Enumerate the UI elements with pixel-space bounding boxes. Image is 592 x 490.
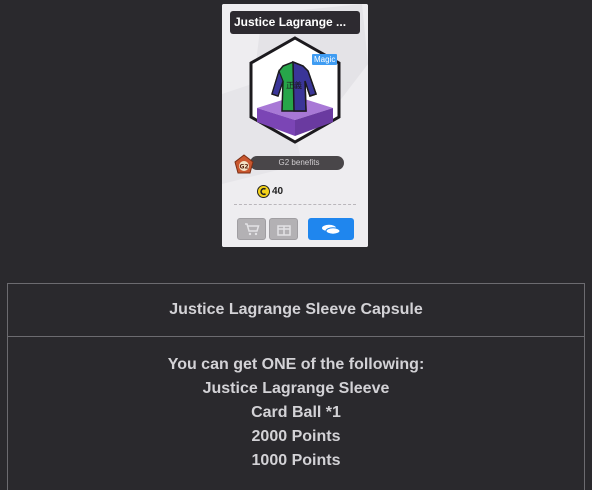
jacket-item-image: 正義: [249, 36, 341, 144]
reward-item: Justice Lagrange Sleeve: [202, 380, 390, 397]
try-on-button[interactable]: [308, 218, 354, 240]
reward-item: 2000 Points: [251, 428, 341, 445]
details-body: You can get ONE of the following: Justic…: [8, 337, 584, 473]
svg-text:G2: G2: [239, 164, 248, 171]
price-amount: 40: [272, 185, 284, 197]
gift-box-icon: [276, 225, 291, 236]
add-to-cart-button[interactable]: [237, 218, 266, 240]
divider: [234, 204, 356, 205]
g2-badge-icon: G2: [234, 154, 254, 174]
item-details-panel: Justice Lagrange Sleeve Capsule You can …: [7, 283, 585, 490]
capsule-icon: [322, 224, 341, 235]
details-header: Justice Lagrange Sleeve Capsule: [8, 284, 584, 337]
coin-icon: [257, 184, 270, 198]
details-intro: You can get ONE of the following:: [167, 356, 425, 373]
magic-badge: Magic: [312, 54, 338, 65]
shopping-cart-icon: [244, 223, 260, 236]
price: 40: [257, 184, 283, 198]
item-title: Justice Lagrange ...: [230, 11, 360, 34]
jacket-print-text: 正義: [286, 80, 302, 90]
item-card[interactable]: Justice Lagrange ... 正義 Magic G2 benefit…: [222, 4, 368, 247]
reward-item: 1000 Points: [251, 452, 341, 469]
g2-benefits-label: G2 benefits: [278, 158, 320, 167]
reward-item: Card Ball *1: [251, 404, 341, 421]
gift-button[interactable]: [269, 218, 298, 240]
details-title: Justice Lagrange Sleeve Capsule: [169, 301, 423, 318]
g2-benefits-bar: G2 benefits: [250, 156, 344, 170]
